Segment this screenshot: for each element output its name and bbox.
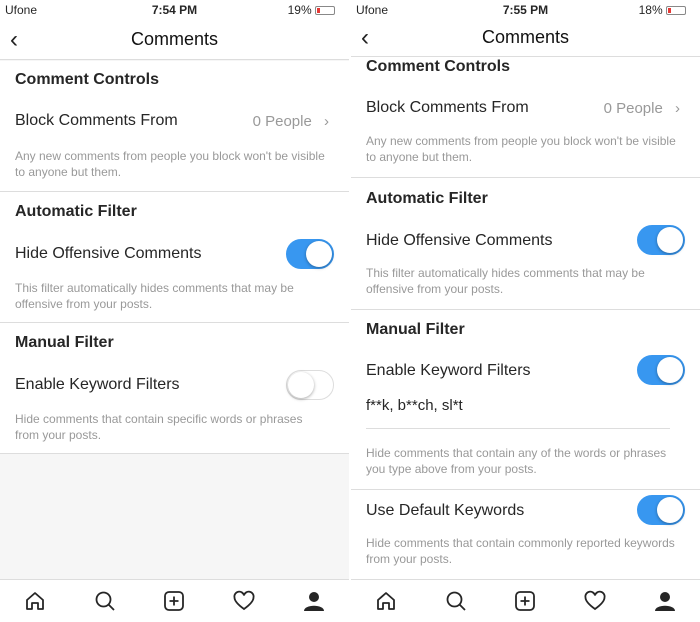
hide-offensive-label: Hide Offensive Comments [366, 232, 553, 249]
battery: 19% [288, 3, 335, 17]
keyword-filter-label: Enable Keyword Filters [366, 362, 531, 379]
profile-icon[interactable] [302, 589, 326, 613]
section-title: Comment Controls [15, 71, 159, 88]
description: Hide comments that contain any of the wo… [366, 446, 667, 476]
keywords-input[interactable]: f**k, b**ch, sl*t [366, 397, 463, 414]
heart-icon[interactable] [232, 589, 256, 613]
divider [351, 309, 700, 310]
default-keywords-toggle[interactable] [637, 495, 685, 525]
divider [0, 322, 349, 323]
tab-bar [351, 579, 700, 622]
add-icon[interactable] [162, 589, 186, 613]
description: Any new comments from people you block w… [15, 149, 325, 179]
section-title: Manual Filter [15, 334, 114, 351]
hide-offensive-toggle[interactable] [286, 239, 334, 269]
battery-percent: 18% [638, 3, 663, 17]
divider [351, 177, 700, 178]
description: This filter automatically hides comments… [15, 281, 294, 311]
keyword-filter-toggle[interactable] [286, 370, 334, 400]
settings-list: Comment Controls Block Comments From 0 P… [351, 57, 700, 579]
block-count[interactable]: 0 People › [604, 100, 680, 117]
default-keywords-label: Use Default Keywords [366, 502, 525, 519]
description: Hide comments that contain commonly repo… [366, 536, 675, 566]
chevron-right-icon: › [675, 100, 680, 117]
status-bar: Ufone 7:54 PM 19% [0, 0, 349, 20]
battery-percent: 19% [287, 3, 312, 17]
battery: 18% [639, 3, 686, 17]
keyword-filter-label: Enable Keyword Filters [15, 376, 180, 393]
home-icon[interactable] [23, 589, 47, 613]
block-count-value: 0 People [252, 113, 312, 130]
hide-offensive-label: Hide Offensive Comments [15, 245, 202, 262]
keyword-filter-toggle[interactable] [637, 355, 685, 385]
section-title: Comment Controls [366, 58, 510, 75]
right-screen: Comment Controls Block Comments From 0 P… [351, 0, 700, 622]
block-count-value: 0 People [603, 100, 663, 117]
page-title: Comments [481, 27, 570, 47]
page-title: Comments [130, 29, 219, 49]
left-screen: Ufone 7:54 PM 19% ‹ Comments Comment Con… [0, 0, 349, 622]
section-title: Manual Filter [366, 321, 465, 338]
nav-bar: ‹ Comments [0, 20, 349, 60]
description: Hide comments that contain specific word… [15, 412, 303, 442]
divider [0, 453, 349, 454]
section-title: Automatic Filter [15, 203, 137, 220]
status-bar: Ufone 7:55 PM 18% [351, 0, 700, 20]
nav-bar: ‹ Comments [351, 18, 700, 57]
heart-icon[interactable] [583, 589, 607, 613]
block-comments-row[interactable]: Block Comments From [366, 99, 529, 117]
divider [351, 489, 700, 490]
home-icon[interactable] [374, 589, 398, 613]
input-underline [366, 428, 670, 429]
chevron-right-icon: › [324, 113, 329, 130]
hide-offensive-toggle[interactable] [637, 225, 685, 255]
battery-icon [315, 6, 335, 15]
profile-icon[interactable] [653, 589, 677, 613]
section-title: Automatic Filter [366, 190, 488, 207]
add-icon[interactable] [513, 589, 537, 613]
tab-bar [0, 579, 349, 622]
search-icon[interactable] [444, 589, 468, 613]
divider [0, 191, 349, 192]
description: Any new comments from people you block w… [366, 134, 676, 164]
block-comments-row[interactable]: Block Comments From [15, 112, 178, 130]
search-icon[interactable] [93, 589, 117, 613]
block-count[interactable]: 0 People › [253, 113, 329, 130]
settings-list: Comment Controls Block Comments From 0 P… [0, 61, 349, 454]
description: This filter automatically hides comments… [366, 266, 645, 296]
battery-icon [666, 6, 686, 15]
